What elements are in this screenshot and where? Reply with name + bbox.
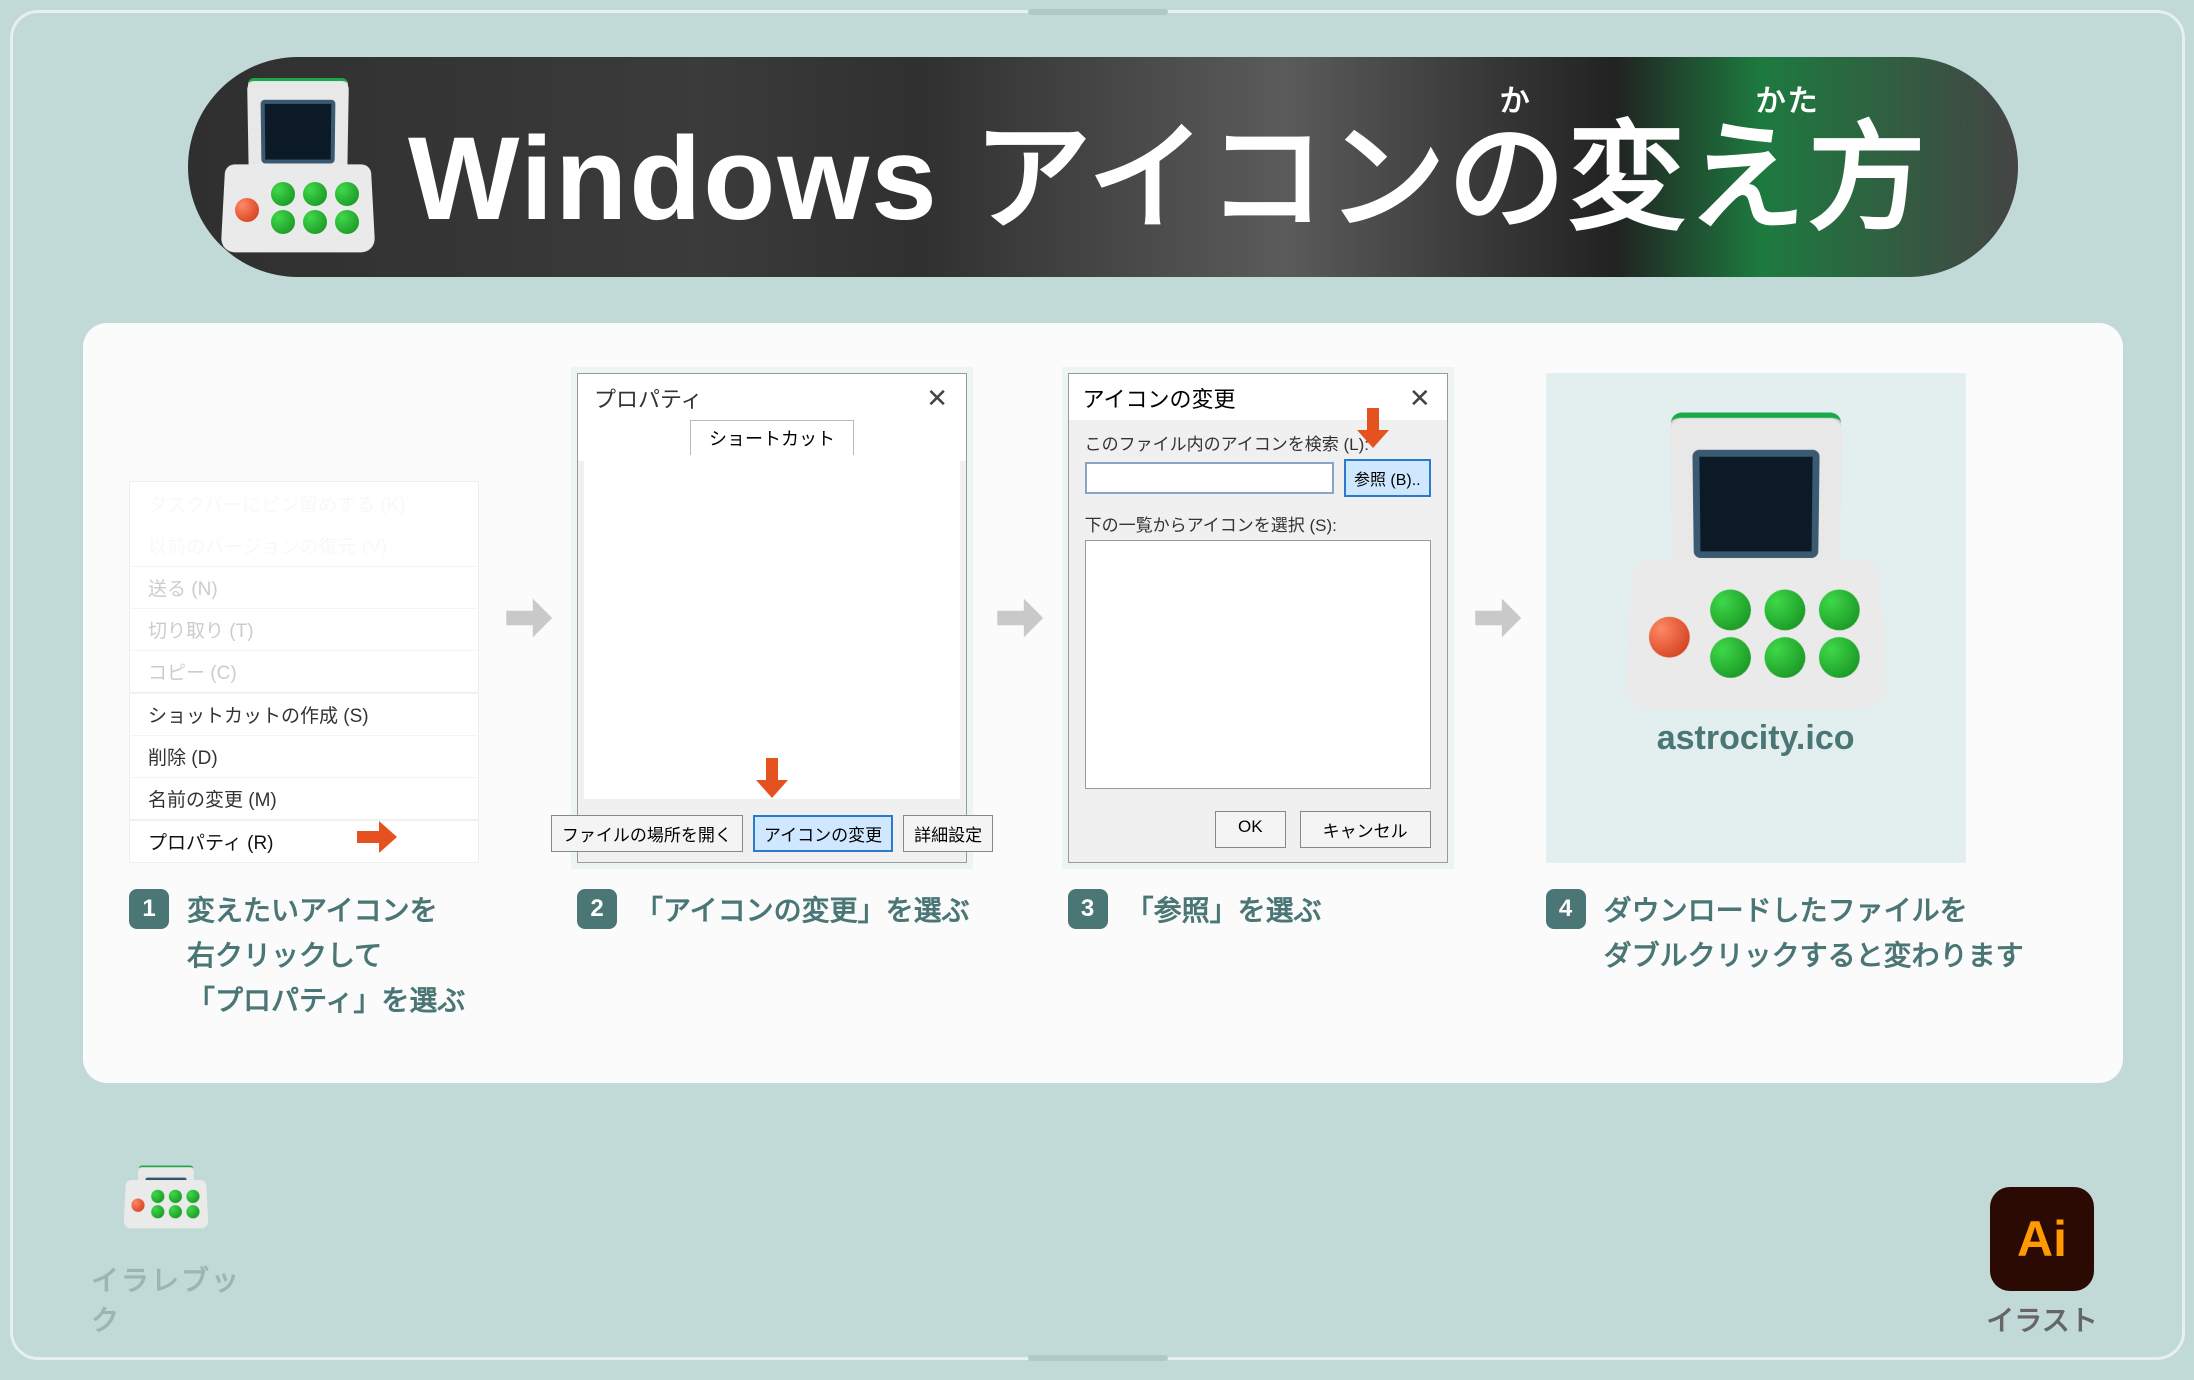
- dialog-title: アイコンの変更: [1083, 382, 1236, 414]
- context-menu-item[interactable]: 名前の変更 (M): [130, 777, 478, 819]
- title-banner: Windows アイコンの変え方 か かた: [188, 57, 2018, 277]
- step-number: 1: [129, 889, 169, 929]
- open-file-location-button[interactable]: ファイルの場所を開く: [551, 815, 743, 852]
- context-menu-item[interactable]: 以前のバージョンの復元 (V): [130, 524, 478, 566]
- step-number: 4: [1546, 889, 1586, 929]
- step-1: タスクバーにピン留めする (K) 以前のバージョンの復元 (V) 送る (N) …: [129, 373, 479, 1023]
- window-title: プロパティ: [594, 382, 703, 414]
- arrow-pointer-icon: [748, 754, 796, 807]
- list-label: 下の一覧からアイコンを選択 (S):: [1085, 511, 1431, 536]
- context-menu-properties[interactable]: プロパティ (R): [130, 820, 478, 862]
- step-description: 「参照」を選ぶ: [1126, 889, 1322, 934]
- footer-right-label: イラスト: [1986, 1299, 2097, 1339]
- arrow-right-icon: [1462, 373, 1532, 863]
- ruby-ka: か: [1500, 76, 1532, 120]
- top-notch: [1028, 9, 1168, 15]
- footer-illustrator: Ai イラスト: [1972, 1187, 2112, 1339]
- steps-card: タスクバーにピン留めする (K) 以前のバージョンの復元 (V) 送る (N) …: [83, 323, 2123, 1083]
- arrow-pointer-icon: [347, 813, 401, 861]
- close-icon[interactable]: ✕: [920, 383, 954, 414]
- context-menu: タスクバーにピン留めする (K) 以前のバージョンの復元 (V) 送る (N) …: [129, 481, 479, 863]
- ruby-kata: かた: [1756, 76, 1820, 120]
- step-number: 2: [577, 889, 617, 929]
- tab-shortcut[interactable]: ショートカット: [690, 420, 854, 455]
- page-title: Windows アイコンの変え方 か かた: [408, 82, 1928, 253]
- bottom-notch: [1028, 1355, 1168, 1361]
- arrow-right-icon: [493, 373, 563, 863]
- arrow-right-icon: [984, 373, 1054, 863]
- step-number: 3: [1068, 889, 1108, 929]
- context-menu-item[interactable]: コピー (C): [130, 650, 478, 692]
- result-arcade-icon: [1628, 419, 1883, 708]
- cancel-button[interactable]: キャンセル: [1300, 811, 1431, 848]
- title-arcade-icon: [188, 57, 408, 277]
- step-2: プロパティ ✕ ショートカット ファイルの場所を開く アイコンの変更 詳細設定: [577, 373, 970, 934]
- context-menu-item[interactable]: 削除 (D): [130, 735, 478, 777]
- ok-button[interactable]: OK: [1215, 811, 1286, 848]
- advanced-button[interactable]: 詳細設定: [903, 815, 993, 852]
- browse-button[interactable]: 参照 (B)..: [1344, 459, 1431, 497]
- step-description: ダウンロードしたファイルを ダブルクリックすると変わります: [1604, 889, 2024, 979]
- step-description: 変えたいアイコンを 右クリックして 「プロパティ」を選ぶ: [187, 889, 465, 1023]
- context-menu-item[interactable]: タスクバーにピン留めする (K): [130, 482, 478, 524]
- icon-file-name: astrocity.ico: [1657, 719, 1855, 758]
- close-icon[interactable]: ✕: [1403, 383, 1437, 414]
- step-3: アイコンの変更 ✕ このファイル内のアイコンを検索 (L): 参照 (B).. …: [1068, 373, 1448, 934]
- context-menu-item[interactable]: 送る (N): [130, 566, 478, 608]
- properties-window: プロパティ ✕ ショートカット ファイルの場所を開く アイコンの変更 詳細設定: [577, 373, 967, 863]
- icon-path-input[interactable]: [1085, 462, 1334, 494]
- result-panel: astrocity.ico: [1546, 373, 1966, 863]
- context-menu-item[interactable]: ショットカットの作成 (S): [130, 693, 478, 735]
- footer-brand-label: イラレブック: [91, 1259, 241, 1339]
- illustrator-icon: Ai: [1990, 1187, 2094, 1291]
- change-icon-dialog: アイコンの変更 ✕ このファイル内のアイコンを検索 (L): 参照 (B).. …: [1068, 373, 1448, 863]
- footer-brand: イラレブック: [91, 1143, 241, 1339]
- change-icon-button[interactable]: アイコンの変更: [753, 815, 893, 852]
- context-menu-item[interactable]: 切り取り (T): [130, 608, 478, 650]
- step-description: 「アイコンの変更」を選ぶ: [635, 889, 970, 934]
- icon-listbox[interactable]: [1085, 540, 1431, 789]
- page-frame: Windows アイコンの変え方 か かた タスクバーにピン留めする (K) 以…: [10, 10, 2185, 1360]
- step-4: astrocity.ico 4 ダウンロードしたファイルを ダブルクリックすると…: [1546, 373, 2024, 979]
- footer-arcade-icon: [125, 1168, 208, 1229]
- arrow-pointer-icon: [1349, 404, 1397, 457]
